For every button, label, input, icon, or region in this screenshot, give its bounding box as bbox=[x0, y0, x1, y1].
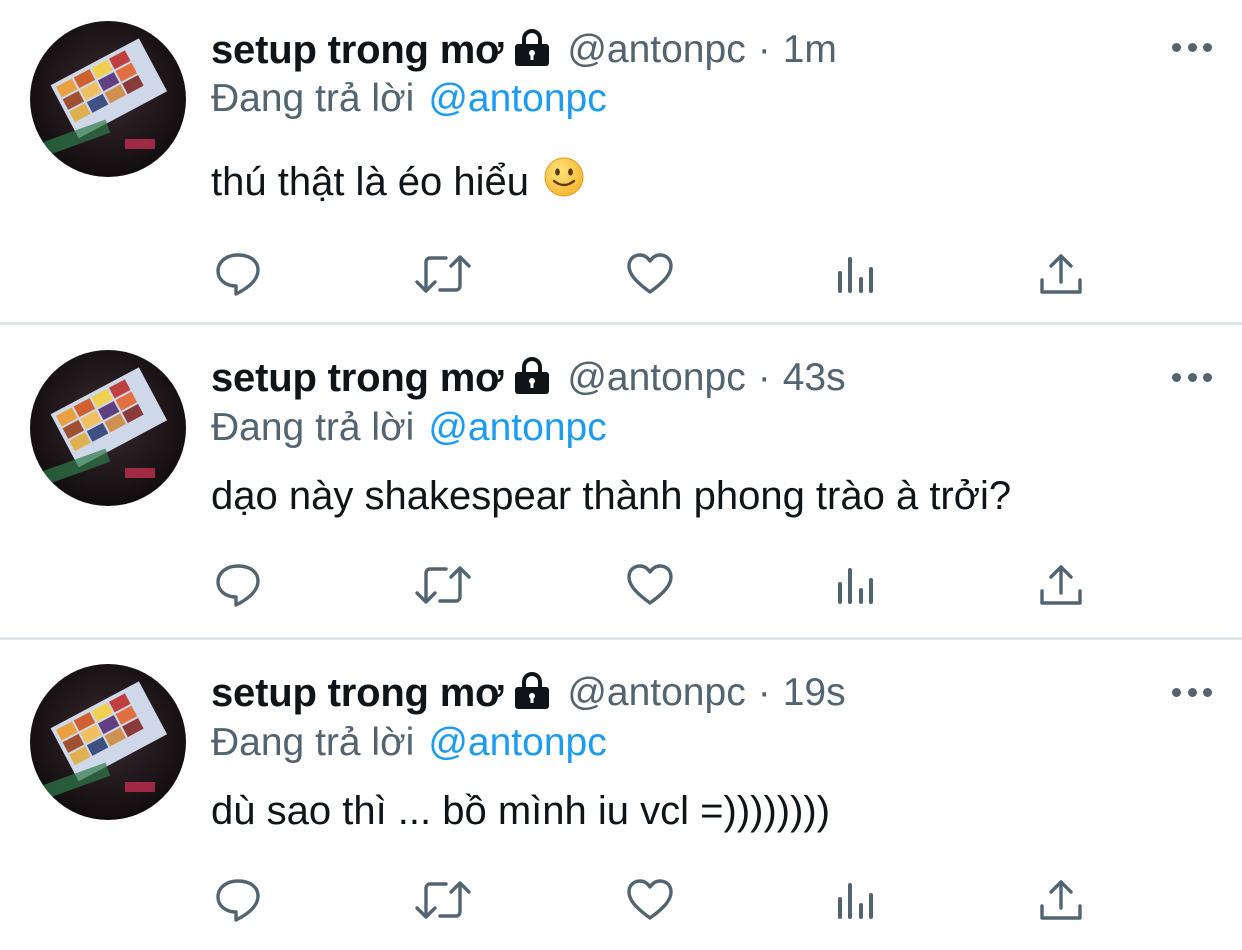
more-options-icon[interactable] bbox=[1172, 682, 1212, 702]
lock-icon bbox=[513, 356, 551, 401]
tweet-text: thú thật là éo hiểu bbox=[211, 154, 585, 210]
share-icon[interactable] bbox=[1031, 870, 1091, 930]
lock-icon bbox=[513, 28, 551, 73]
tweet-actions bbox=[0, 244, 1242, 304]
replying-to: Đang trả lời @antonpc bbox=[211, 74, 607, 124]
tweet[interactable]: setup trong mơ @antonpc · 43s Đang trả l… bbox=[0, 325, 1242, 637]
reply-icon[interactable] bbox=[208, 870, 268, 930]
author-name[interactable]: setup trong mơ bbox=[211, 671, 504, 716]
author-handle[interactable]: @antonpc bbox=[567, 28, 745, 72]
avatar[interactable] bbox=[30, 350, 186, 506]
heart-icon[interactable] bbox=[620, 870, 680, 930]
tweet-text-content: thú thật là éo hiểu bbox=[211, 159, 530, 204]
reply-prefix: Đang trả lời bbox=[211, 721, 415, 764]
author-name[interactable]: setup trong mơ bbox=[211, 28, 504, 73]
reply-icon[interactable] bbox=[208, 244, 268, 304]
reply-prefix: Đang trả lời bbox=[211, 406, 415, 449]
tweet-actions bbox=[0, 555, 1242, 615]
retweet-icon[interactable] bbox=[413, 244, 473, 304]
retweet-icon[interactable] bbox=[413, 555, 473, 615]
timestamp[interactable]: 19s bbox=[783, 671, 846, 715]
timestamp[interactable]: 1m bbox=[783, 28, 837, 72]
reply-mention[interactable]: @antonpc bbox=[428, 721, 606, 765]
tweet[interactable]: setup trong mơ @antonpc · 19s Đang trả l… bbox=[0, 640, 1242, 950]
lock-icon bbox=[513, 671, 551, 716]
views-icon[interactable] bbox=[826, 244, 886, 304]
more-options-icon[interactable] bbox=[1172, 37, 1212, 57]
share-icon[interactable] bbox=[1031, 244, 1091, 304]
author-name[interactable]: setup trong mơ bbox=[211, 356, 504, 401]
separator-dot: · bbox=[757, 28, 771, 71]
reply-prefix: Đang trả lời bbox=[211, 77, 415, 120]
avatar[interactable] bbox=[30, 21, 186, 177]
heart-icon[interactable] bbox=[620, 244, 680, 304]
replying-to: Đang trả lời @antonpc bbox=[211, 718, 607, 768]
replying-to: Đang trả lời @antonpc bbox=[211, 403, 607, 453]
share-icon[interactable] bbox=[1031, 555, 1091, 615]
heart-icon[interactable] bbox=[620, 555, 680, 615]
slightly-smiling-face-icon bbox=[543, 156, 585, 208]
tweet-text: dù sao thì ... bồ mình iu vcl =)))))))) bbox=[211, 783, 830, 839]
tweet[interactable]: setup trong mơ @antonpc · 1m Đang trả lờ… bbox=[0, 0, 1242, 322]
tweet-text: dạo này shakespear thành phong trào à tr… bbox=[211, 468, 1011, 524]
retweet-icon[interactable] bbox=[413, 870, 473, 930]
reply-mention[interactable]: @antonpc bbox=[428, 406, 606, 450]
reply-icon[interactable] bbox=[208, 555, 268, 615]
tweet-header: setup trong mơ @antonpc · 1m bbox=[211, 20, 837, 80]
tweet-text-content: dạo này shakespear thành phong trào à tr… bbox=[211, 473, 1012, 518]
separator-dot: · bbox=[757, 671, 771, 714]
tweet-text-content: dù sao thì ... bồ mình iu vcl =)))))))) bbox=[211, 788, 831, 833]
separator-dot: · bbox=[757, 356, 771, 399]
author-handle[interactable]: @antonpc bbox=[567, 356, 745, 400]
tweet-header: setup trong mơ @antonpc · 43s bbox=[211, 348, 846, 408]
tweet-header: setup trong mơ @antonpc · 19s bbox=[211, 663, 846, 723]
reply-mention[interactable]: @antonpc bbox=[428, 77, 606, 121]
views-icon[interactable] bbox=[826, 870, 886, 930]
tweet-actions bbox=[0, 870, 1242, 930]
views-icon[interactable] bbox=[826, 555, 886, 615]
more-options-icon[interactable] bbox=[1172, 367, 1212, 387]
timestamp[interactable]: 43s bbox=[783, 356, 846, 400]
avatar[interactable] bbox=[30, 664, 186, 820]
author-handle[interactable]: @antonpc bbox=[567, 671, 745, 715]
